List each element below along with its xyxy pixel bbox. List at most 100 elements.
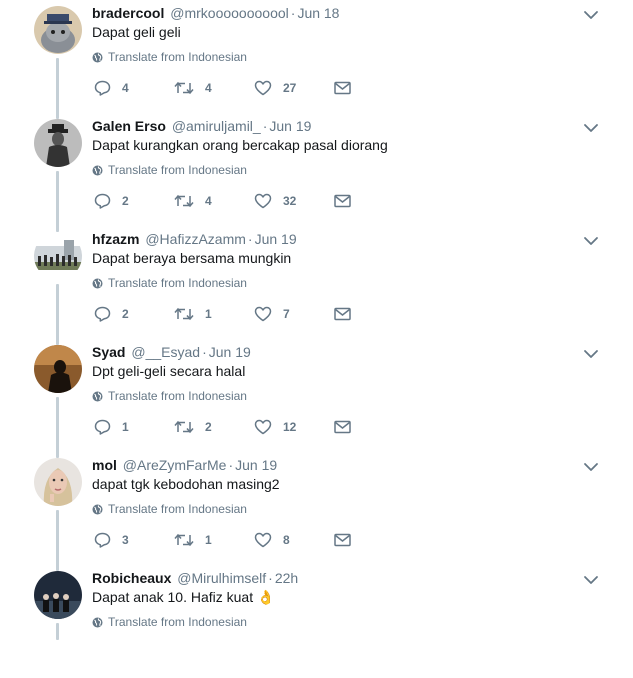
tweet-header: bradercool @mrkooooooooool · Jun 18	[92, 4, 339, 22]
translate-link[interactable]: Translate from Indonesian	[92, 163, 247, 177]
retweet-count: 1	[205, 307, 212, 321]
reply-button[interactable]: 4	[94, 79, 129, 97]
translate-link[interactable]: Translate from Indonesian	[92, 502, 247, 516]
thread-connector-line	[56, 623, 59, 640]
tweet-actions: 1 2 12	[94, 418, 364, 436]
globe-icon	[92, 504, 108, 515]
reply-button[interactable]: 3	[94, 531, 129, 549]
heart-icon	[254, 419, 272, 435]
thread-connector-line	[56, 58, 59, 119]
user-handle[interactable]: @amiruljamil_	[172, 118, 261, 134]
globe-icon	[92, 617, 108, 628]
timestamp-link[interactable]: Jun 19	[255, 231, 297, 247]
like-button[interactable]: 12	[254, 418, 296, 436]
display-name[interactable]: bradercool	[92, 5, 164, 21]
tweet-text: Dapat kurangkan orang bercakap pasal dio…	[92, 137, 388, 153]
timestamp-link[interactable]: Jun 19	[235, 457, 277, 473]
display-name[interactable]: Galen Erso	[92, 118, 166, 134]
like-button[interactable]: 8	[254, 531, 290, 549]
retweet-icon	[174, 532, 194, 548]
separator-dot: ·	[228, 457, 234, 473]
reply-count: 2	[122, 307, 129, 321]
reply-button[interactable]: 2	[94, 305, 129, 323]
avatar[interactable]	[34, 232, 82, 280]
user-handle[interactable]: @Mirulhimself	[177, 570, 266, 586]
timestamp-link[interactable]: 22h	[275, 570, 298, 586]
separator-dot: ·	[202, 344, 207, 360]
reply-button[interactable]: 2	[94, 192, 129, 210]
chevron-down-icon[interactable]	[583, 347, 599, 359]
translate-link[interactable]: Translate from Indonesian	[92, 615, 247, 629]
tweet-item[interactable]: Syad @__Esyad · Jun 19 Dpt geli-geli secara…	[0, 339, 633, 458]
retweet-button[interactable]: 2	[174, 418, 212, 436]
retweet-button[interactable]: 1	[174, 305, 212, 323]
tweet-text: Dpt geli-geli secara halal	[92, 363, 246, 379]
timestamp-link[interactable]: Jun 18	[297, 5, 339, 21]
separator-dot: ·	[268, 570, 273, 586]
like-count: 27	[283, 81, 297, 95]
retweet-count: 4	[205, 194, 212, 208]
user-handle[interactable]: @__Esyad	[131, 344, 200, 360]
separator-dot: ·	[262, 118, 268, 134]
display-name[interactable]: mol	[92, 457, 117, 473]
tweet-item[interactable]: hfzazm @HafizzAzamm · Jun 19 Dapat beraya b…	[0, 226, 633, 345]
avatar[interactable]	[34, 571, 82, 619]
translate-link[interactable]: Translate from Indonesian	[92, 276, 247, 290]
chevron-down-icon[interactable]	[583, 573, 599, 585]
like-button[interactable]: 7	[254, 305, 290, 323]
like-count: 8	[283, 533, 290, 547]
chevron-down-icon[interactable]	[583, 460, 599, 472]
envelope-icon	[334, 307, 351, 321]
timestamp-link[interactable]: Jun 19	[209, 344, 251, 360]
avatar[interactable]	[34, 458, 82, 506]
envelope-icon	[334, 420, 351, 434]
timestamp-link[interactable]: Jun 19	[269, 118, 311, 134]
avatar[interactable]	[34, 6, 82, 54]
tweet-item[interactable]: Galen Erso @amiruljamil_ · Jun 19 Dapat kur…	[0, 113, 633, 232]
translate-label: Translate from Indonesian	[108, 50, 247, 64]
reply-icon	[94, 193, 111, 209]
like-button[interactable]: 32	[254, 192, 296, 210]
tweet-text: Dapat anak 10. Hafiz kuat 👌	[92, 589, 275, 605]
tweet-text: Dapat geli geli	[92, 24, 181, 40]
like-button[interactable]: 27	[254, 79, 296, 97]
direct-message-button[interactable]	[334, 531, 351, 549]
avatar[interactable]	[34, 119, 82, 167]
tweet-header: Galen Erso @amiruljamil_ · Jun 19	[92, 117, 311, 135]
display-name[interactable]: Syad	[92, 344, 125, 360]
retweet-button[interactable]: 4	[174, 79, 212, 97]
direct-message-button[interactable]	[334, 305, 351, 323]
tweet-thread-feed: bradercool @mrkooooooooool · Jun 18 Dapat g…	[0, 0, 633, 640]
tweet-header: hfzazm @HafizzAzamm · Jun 19	[92, 230, 297, 248]
tweet-header: mol @AreZymFarMe · Jun 19	[92, 456, 277, 474]
tweet-item[interactable]: mol @AreZymFarMe · Jun 19 dapat tgk kebodoh…	[0, 452, 633, 571]
chevron-down-icon[interactable]	[583, 234, 599, 246]
direct-message-button[interactable]	[334, 192, 351, 210]
user-handle[interactable]: @HafizzAzamm	[145, 231, 246, 247]
tweet-item[interactable]: Robicheaux @Mirulhimself · 22h Dapat anak 1…	[0, 565, 633, 678]
separator-dot: ·	[247, 231, 253, 247]
user-handle[interactable]: @AreZymFarMe	[123, 457, 227, 473]
retweet-button[interactable]: 1	[174, 531, 212, 549]
tweet-text: dapat tgk kebodohan masing2	[92, 476, 280, 492]
retweet-button[interactable]: 4	[174, 192, 212, 210]
user-handle[interactable]: @mrkooooooooool	[170, 5, 289, 21]
retweet-icon	[174, 80, 194, 96]
display-name[interactable]: hfzazm	[92, 231, 139, 247]
reply-count: 2	[122, 194, 129, 208]
tweet-item[interactable]: bradercool @mrkooooooooool · Jun 18 Dapat g…	[0, 0, 633, 119]
retweet-count: 4	[205, 81, 212, 95]
chevron-down-icon[interactable]	[583, 8, 599, 20]
translate-label: Translate from Indonesian	[108, 615, 247, 629]
globe-icon	[92, 278, 108, 289]
retweet-icon	[174, 306, 194, 322]
translate-link[interactable]: Translate from Indonesian	[92, 389, 247, 403]
direct-message-button[interactable]	[334, 418, 351, 436]
display-name[interactable]: Robicheaux	[92, 570, 171, 586]
avatar[interactable]	[34, 345, 82, 393]
reply-button[interactable]: 1	[94, 418, 129, 436]
reply-icon	[94, 532, 111, 548]
translate-link[interactable]: Translate from Indonesian	[92, 50, 247, 64]
chevron-down-icon[interactable]	[583, 121, 599, 133]
direct-message-button[interactable]	[334, 79, 351, 97]
